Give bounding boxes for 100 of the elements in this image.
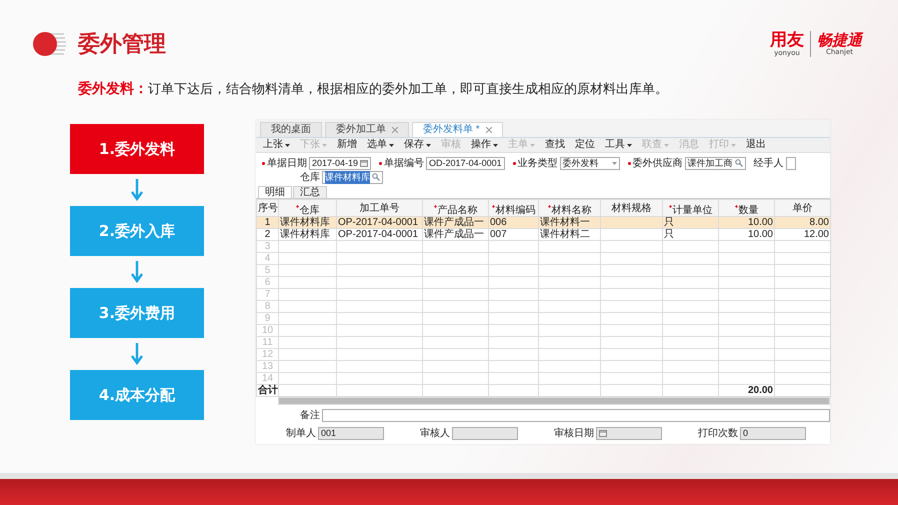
field-label: 单据编号 [384,156,424,170]
field-value: 课件加工商 [688,156,733,170]
input-field[interactable] [786,156,796,170]
tab[interactable]: 汇总 [293,186,327,198]
row-number: 2 [264,229,270,240]
table-cell: OP-2017-04-0001 [338,217,418,228]
table-cell: 课件材料一 [540,217,590,228]
row-number: 11 [262,337,273,348]
slide-title: 委外管理 [78,31,166,59]
step-box: 2.委外入库 [70,206,204,256]
tab[interactable]: 我的桌面 [260,122,322,137]
table-row[interactable]: 1 课件材料库 OP-2017-04-0001 课件产成品一 006 课件材料一 只 10.00 8.00 [256,216,830,228]
table-cell: 课件材料库 [280,217,330,228]
field-label: 审核日期 [554,426,594,440]
toolbar-button[interactable]: 退出 [741,139,771,151]
row-number: 14 [262,373,274,384]
input-field[interactable]: 课件材料库 [322,170,383,184]
input-field[interactable]: 0 [740,426,806,440]
field-value: OD-2017-04-0001 [429,158,502,168]
field-label: 业务类型 [518,156,558,170]
table-cell: 10.00 [748,229,773,240]
tab[interactable]: 委外发料单 * [412,122,503,137]
down-arrow-icon [131,261,143,283]
close-icon[interactable] [486,127,492,133]
row-number: 3 [264,241,270,252]
field-value: 2017-04-19 [312,158,358,168]
table-cell: 只 [664,217,674,228]
toolbar-button[interactable]: 查找 [540,139,570,151]
input-field[interactable] [596,426,662,440]
field-label: 制单人 [286,426,316,440]
horizontal-scrollbar[interactable] [278,397,830,405]
toolbar-button[interactable]: 工具 [600,139,637,151]
down-arrow-icon [131,179,143,201]
field-label: 委外供应商 [632,156,683,170]
field-value: 课件材料库 [325,170,370,184]
search-icon[interactable] [734,159,743,167]
table-cell: 课件材料库 [280,229,330,240]
calendar-icon[interactable] [360,160,368,166]
row-number: 13 [262,361,274,372]
step-box: 1.委外发料 [70,124,204,174]
step-box: 4.成本分配 [70,370,204,420]
search-icon[interactable] [372,173,380,181]
caret-icon[interactable] [285,144,290,146]
field-label: 打印次数 [698,426,738,440]
total-value: 20.00 [748,385,773,396]
table-cell: OP-2017-04-0001 [338,229,418,240]
input-field[interactable]: 001 [318,426,384,440]
toolbar-button[interactable]: 选单 [362,139,399,151]
field-value: 委外发料 [562,156,599,170]
caret-icon[interactable] [389,144,394,146]
caret-icon[interactable] [426,144,431,146]
tab[interactable]: 委外加工单 [325,122,409,137]
field-label: 仓库 [300,170,320,184]
table-cell: 只 [664,229,674,240]
row-number: 7 [264,289,270,300]
toolbar-button[interactable]: 定位 [570,139,600,151]
table-row[interactable]: 2 课件材料库 OP-2017-04-0001 课件产成品一 007 课件材料二 只 10.00 12.00 [256,228,830,240]
table-cell: 课件产成品一 [424,217,484,228]
row-number: 12 [262,349,274,360]
calendar-icon[interactable] [599,430,607,436]
table-cell: 8.00 [810,217,829,228]
row-number: 10 [262,325,274,336]
toolbar-button[interactable]: 上张 [258,139,295,151]
field-label: 审核人 [420,426,450,440]
table-cell: 12.00 [804,229,829,240]
table-cell: 课件材料二 [540,229,590,240]
row-number: 4 [264,253,270,264]
row-number: 8 [264,301,270,312]
logo-mark-icon [32,31,66,57]
input-field[interactable]: 委外发料 [560,156,620,170]
close-icon[interactable] [392,127,398,133]
remark-field[interactable] [322,408,830,422]
field-label: 单据日期 [267,156,307,170]
row-number: 5 [264,265,270,276]
table-cell: 10.00 [748,217,773,228]
toolbar-button[interactable]: 操作 [466,139,503,151]
row-number: 9 [264,313,270,324]
field-value: 0 [743,428,748,438]
row-number: 1 [264,217,270,228]
tab[interactable]: 明细 [258,186,292,198]
input-field[interactable] [452,426,518,440]
table-cell: 006 [490,217,507,228]
caret-icon[interactable] [627,144,632,146]
brand-name: 用友 [770,32,804,48]
total-label: 合计 [258,385,278,396]
description-text: 委外发料：订单下达后，结合物料清单，根据相应的委外加工单，即可直接生成相应的原材料出库单。 [78,80,669,98]
caret-icon[interactable] [493,144,498,146]
toolbar-button[interactable]: 保存 [399,139,436,151]
table-cell: 课件产成品一 [424,229,484,240]
toolbar-button[interactable]: 新增 [332,139,362,151]
table-cell: 007 [490,229,507,240]
input-field[interactable]: 课件加工商 [684,156,746,170]
field-label: 经手人 [754,156,784,170]
row-number: 6 [264,277,270,288]
product-name: 畅捷通 [817,32,862,48]
down-arrow-icon [131,343,143,365]
field-value: 001 [321,428,336,438]
input-field[interactable]: 2017-04-19 [309,156,372,170]
field-label: 备注 [300,408,320,422]
input-field[interactable]: OD-2017-04-0001 [426,156,505,170]
